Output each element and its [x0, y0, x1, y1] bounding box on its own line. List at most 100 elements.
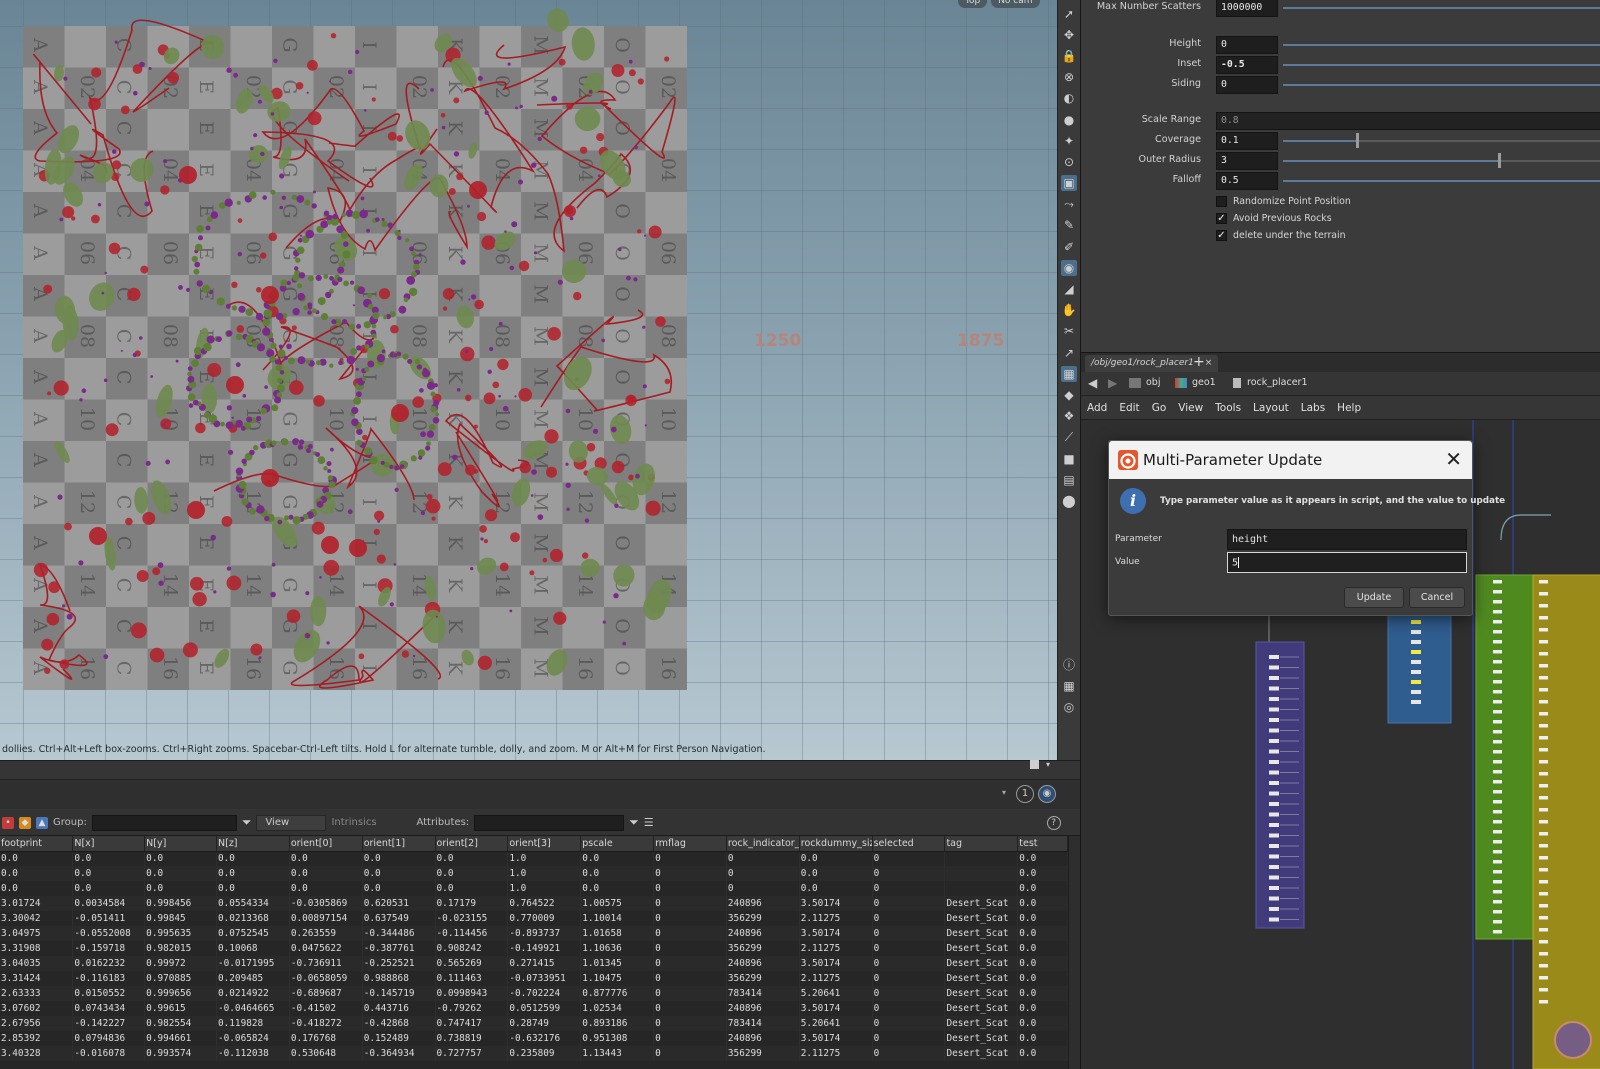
- sphere-icon[interactable]: ◐: [1061, 90, 1077, 106]
- path-crumb-rock-placer[interactable]: rock_placer1: [1233, 377, 1308, 388]
- snap-icon[interactable]: ⊗: [1061, 69, 1077, 85]
- checkbox-box[interactable]: ✓: [1216, 230, 1227, 241]
- help-icon[interactable]: ?: [1046, 815, 1061, 830]
- add-tab-icon[interactable]: +: [1193, 354, 1205, 370]
- falloff-slider[interactable]: [1283, 180, 1600, 182]
- path-crumb-geo1[interactable]: geo1: [1175, 377, 1216, 388]
- group-filter-input[interactable]: [91, 814, 237, 831]
- table-row[interactable]: 3.40328 -0.016078 0.993574 -0.112038 0.53064…: [0, 1046, 1068, 1061]
- table-row[interactable]: 0.0 0.0 0.0 0.0 0.0 0.0 0.0 1.0 0.0 0 0 0.0 0 0.0: [0, 881, 1068, 896]
- menu-tools[interactable]: Tools: [1215, 402, 1241, 414]
- pen-icon[interactable]: ✐: [1061, 239, 1077, 255]
- randomize-point-position-checkbox[interactable]: Randomize Point Position: [1216, 196, 1351, 210]
- slider-knob[interactable]: [1497, 153, 1501, 168]
- inset-field[interactable]: -0.5: [1216, 56, 1278, 74]
- path-crumb-obj[interactable]: obj: [1129, 377, 1160, 388]
- view-icon[interactable]: ▣: [1061, 175, 1077, 192]
- outer-radius-field[interactable]: 3: [1216, 152, 1278, 170]
- max-scatters-field[interactable]: 1000000: [1216, 0, 1278, 17]
- column-header[interactable]: orient[1]: [362, 836, 436, 852]
- vertical-scrollbar[interactable]: [1068, 836, 1080, 1069]
- bulb-icon[interactable]: ✦: [1061, 133, 1077, 149]
- edit-icon[interactable]: ✂: [1061, 323, 1077, 339]
- height-field[interactable]: 0: [1216, 36, 1278, 54]
- update-button[interactable]: Update: [1344, 587, 1404, 608]
- light-icon[interactable]: ●: [1061, 112, 1077, 128]
- column-header[interactable]: rmflag: [653, 836, 727, 852]
- checkbox-box[interactable]: ✓: [1216, 213, 1227, 224]
- menu-layout[interactable]: Layout: [1253, 402, 1289, 414]
- view-dropdown[interactable]: View: [256, 814, 327, 831]
- camera-icon[interactable]: ⊙: [1061, 154, 1077, 170]
- falloff-field[interactable]: 0.5: [1216, 172, 1278, 190]
- column-header[interactable]: rock_indicator_: [726, 836, 800, 852]
- column-header[interactable]: footprint: [0, 836, 74, 852]
- column-header[interactable]: orient[2]: [435, 836, 509, 852]
- select-icon[interactable]: ➚: [1061, 6, 1077, 22]
- column-header[interactable]: tag: [944, 836, 1019, 852]
- column-header[interactable]: selected: [872, 836, 946, 852]
- table-row[interactable]: 3.31908 -0.159718 0.982015 0.10068 0.0475622…: [0, 941, 1068, 956]
- forward-arrow-icon[interactable]: ▶: [1108, 376, 1117, 390]
- table-row[interactable]: 2.63333 0.0150552 0.999656 0.0214922 -0.6896…: [0, 986, 1068, 1001]
- chevron-down-icon[interactable]: ▾: [1002, 788, 1006, 797]
- grid-icon[interactable]: ▦: [1061, 365, 1077, 382]
- menu-view[interactable]: View: [1178, 402, 1203, 414]
- column-header[interactable]: N[z]: [216, 836, 290, 852]
- back-arrow-icon[interactable]: ◀: [1088, 376, 1097, 390]
- outer-radius-slider[interactable]: [1283, 153, 1600, 168]
- attributes-filter-input[interactable]: [474, 814, 625, 831]
- close-icon[interactable]: ✕: [1445, 447, 1462, 471]
- column-header[interactable]: N[y]: [144, 836, 217, 852]
- table-row[interactable]: 2.67956 -0.142227 0.982554 0.119828 -0.41827…: [0, 1016, 1068, 1031]
- column-header[interactable]: test: [1017, 836, 1068, 852]
- table-row[interactable]: 3.31424 -0.116183 0.970885 0.209485 -0.06580…: [0, 971, 1068, 986]
- value-input[interactable]: 5: [1227, 552, 1467, 573]
- intrinsics-dropdown[interactable]: Intrinsics: [331, 817, 411, 828]
- box-icon[interactable]: ■: [1061, 451, 1077, 467]
- points-icon[interactable]: ◉: [1061, 259, 1077, 276]
- pin-icon[interactable]: ⬤: [1061, 493, 1077, 509]
- column-header[interactable]: rockdummy_siz: [799, 836, 873, 852]
- transform-icon[interactable]: ✥: [1061, 27, 1077, 43]
- sprite-icon[interactable]: ❖: [1061, 408, 1077, 424]
- points-mode-icon[interactable]: •: [2, 816, 14, 829]
- info-icon[interactable]: 1: [1016, 785, 1034, 803]
- filter-icon[interactable]: ⏷: [242, 815, 252, 830]
- table-row[interactable]: 3.30042 -0.051411 0.99845 0.0213368 0.008971…: [0, 911, 1068, 926]
- inset-slider[interactable]: [1283, 64, 1600, 66]
- coverage-slider[interactable]: [1283, 133, 1600, 148]
- cancel-button[interactable]: Cancel: [1409, 587, 1465, 608]
- max-scatters-slider[interactable]: [1283, 7, 1600, 9]
- table-row[interactable]: 3.04035 0.0162232 0.99972 -0.0171995 -0.7369…: [0, 956, 1068, 971]
- column-header[interactable]: N[x]: [72, 836, 146, 852]
- menu-add[interactable]: Add: [1087, 402, 1107, 414]
- globe-icon[interactable]: ◉: [1038, 785, 1056, 803]
- column-header[interactable]: orient[3]: [507, 836, 582, 852]
- layout-icon[interactable]: ▦: [1061, 678, 1077, 694]
- table-row[interactable]: 3.07602 0.0743434 0.99615 -0.0464665 -0.4150…: [0, 1001, 1068, 1016]
- parameter-input[interactable]: height: [1227, 529, 1467, 550]
- slider-knob[interactable]: [1355, 133, 1359, 148]
- knife-icon[interactable]: ⟋: [1061, 429, 1077, 445]
- vertices-mode-icon[interactable]: ◆: [19, 816, 31, 829]
- menu-go[interactable]: Go: [1152, 402, 1167, 414]
- scale-range-field[interactable]: 0.8: [1216, 112, 1600, 130]
- coverage-field[interactable]: 0.1: [1216, 132, 1278, 150]
- brush-icon[interactable]: ✎: [1061, 217, 1077, 233]
- table-row[interactable]: 0.0 0.0 0.0 0.0 0.0 0.0 0.0 1.0 0.0 0 0 0.0 0 0.0: [0, 851, 1068, 866]
- height-slider[interactable]: [1283, 44, 1600, 46]
- avoid-previous-rocks-checkbox[interactable]: ✓ Avoid Previous Rocks: [1216, 213, 1332, 227]
- filter-icon[interactable]: ⏷: [629, 815, 639, 830]
- column-header[interactable]: pscale: [580, 836, 655, 852]
- sculpt-icon[interactable]: ✋: [1061, 302, 1077, 318]
- siding-field[interactable]: 0: [1216, 76, 1278, 94]
- lock-icon[interactable]: 🔒: [1061, 48, 1077, 64]
- table-row[interactable]: 2.85392 0.0794836 0.994661 -0.065824 0.17676…: [0, 1031, 1068, 1046]
- image-icon[interactable]: ▤: [1061, 472, 1077, 488]
- menu-help[interactable]: Help: [1337, 402, 1361, 414]
- columns-icon[interactable]: ☰: [644, 816, 654, 829]
- close-icon[interactable]: ×: [1205, 358, 1213, 368]
- checkbox-box[interactable]: [1216, 196, 1227, 207]
- scene-viewport[interactable]: Top No cam 1250 1875 ACEGIKMOA02C02E02G0…: [0, 0, 1057, 760]
